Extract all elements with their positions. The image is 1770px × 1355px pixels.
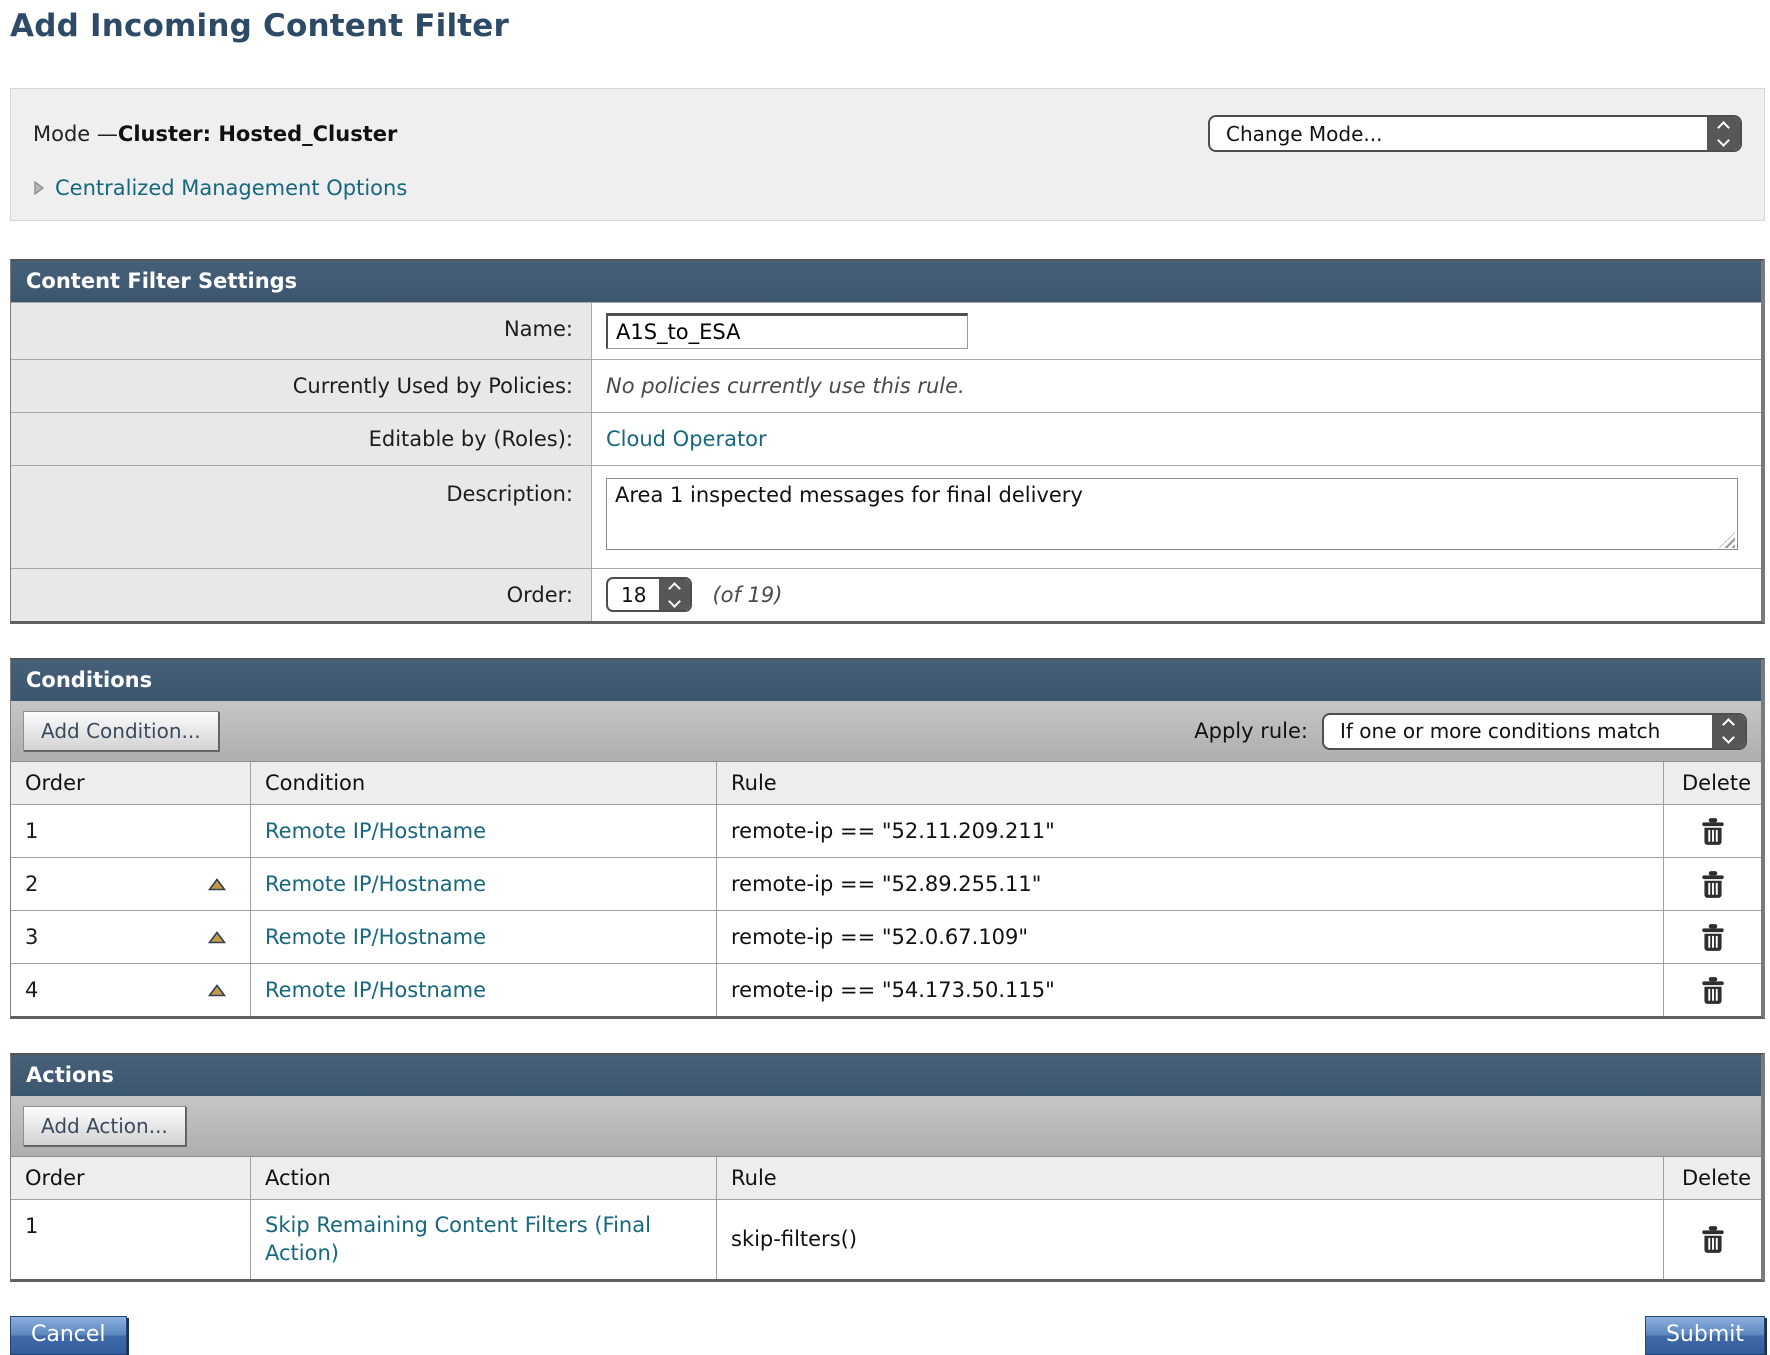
column-header-order: Order bbox=[11, 1157, 251, 1199]
delete-condition-button[interactable] bbox=[1700, 869, 1726, 899]
condition-row: 4 Remote IP/Hostname remote-ip == "54.17… bbox=[11, 963, 1761, 1016]
column-header-rule: Rule bbox=[717, 762, 1664, 804]
settings-panel-header: Content Filter Settings bbox=[11, 261, 1761, 302]
conditions-panel: Conditions Add Condition... Apply rule: … bbox=[10, 658, 1765, 1019]
column-header-order: Order bbox=[11, 762, 251, 804]
footer-actions: Cancel Submit bbox=[10, 1316, 1765, 1355]
move-up-button[interactable] bbox=[208, 878, 226, 891]
policies-label: Currently Used by Policies: bbox=[11, 360, 592, 412]
apply-rule-label: Apply rule: bbox=[1194, 719, 1308, 743]
move-up-button[interactable] bbox=[208, 931, 226, 944]
condition-row: 1 Remote IP/Hostname remote-ip == "52.11… bbox=[11, 804, 1761, 857]
cancel-button[interactable]: Cancel bbox=[10, 1316, 127, 1355]
action-rule: skip-filters() bbox=[717, 1200, 1664, 1279]
condition-row: 2 Remote IP/Hostname remote-ip == "52.89… bbox=[11, 857, 1761, 910]
content-filter-settings-panel: Content Filter Settings Name: Currently … bbox=[10, 259, 1765, 624]
add-action-button[interactable]: Add Action... bbox=[23, 1106, 186, 1146]
cloud-operator-link[interactable]: Cloud Operator bbox=[606, 427, 767, 451]
action-order: 1 bbox=[25, 1214, 38, 1238]
trash-icon bbox=[1700, 922, 1726, 952]
condition-order: 4 bbox=[25, 978, 38, 1002]
actions-panel-header: Actions bbox=[11, 1055, 1761, 1096]
trash-icon bbox=[1700, 1224, 1726, 1254]
select-stepper-icon bbox=[659, 579, 690, 610]
conditions-toolbar: Add Condition... Apply rule: If one or m… bbox=[11, 701, 1761, 762]
delete-condition-button[interactable] bbox=[1700, 922, 1726, 952]
delete-condition-button[interactable] bbox=[1700, 975, 1726, 1005]
submit-button[interactable]: Submit bbox=[1645, 1316, 1765, 1355]
mode-panel: Mode —Cluster: Hosted_Cluster Change Mod… bbox=[10, 88, 1765, 221]
select-stepper-icon bbox=[1707, 117, 1740, 150]
description-label: Description: bbox=[11, 466, 592, 568]
order-total-note: (of 19) bbox=[712, 583, 782, 607]
column-header-rule: Rule bbox=[717, 1157, 1664, 1199]
name-label: Name: bbox=[11, 303, 592, 359]
change-mode-select-value: Change Mode... bbox=[1210, 117, 1707, 150]
condition-row: 3 Remote IP/Hostname remote-ip == "52.0.… bbox=[11, 910, 1761, 963]
name-input[interactable] bbox=[606, 313, 968, 349]
column-header-action: Action bbox=[251, 1157, 717, 1199]
description-textarea[interactable]: Area 1 inspected messages for final deli… bbox=[606, 478, 1738, 550]
trash-icon bbox=[1700, 975, 1726, 1005]
trash-icon bbox=[1700, 816, 1726, 846]
select-stepper-icon bbox=[1712, 715, 1745, 748]
condition-order: 2 bbox=[25, 872, 38, 896]
condition-order: 1 bbox=[25, 819, 38, 843]
condition-rule: remote-ip == "52.0.67.109" bbox=[717, 911, 1664, 963]
conditions-panel-header: Conditions bbox=[11, 660, 1761, 701]
column-header-delete: Delete bbox=[1664, 1157, 1761, 1199]
settings-row-policies: Currently Used by Policies: No policies … bbox=[11, 359, 1761, 412]
condition-link[interactable]: Remote IP/Hostname bbox=[265, 978, 486, 1002]
settings-row-order: Order: 18 (of 19) bbox=[11, 568, 1761, 621]
column-header-condition: Condition bbox=[251, 762, 717, 804]
policies-value: No policies currently use this rule. bbox=[606, 374, 965, 398]
move-up-button[interactable] bbox=[208, 984, 226, 997]
condition-rule: remote-ip == "54.173.50.115" bbox=[717, 964, 1664, 1016]
condition-rule: remote-ip == "52.89.255.11" bbox=[717, 858, 1664, 910]
settings-row-name: Name: bbox=[11, 302, 1761, 359]
apply-rule-select-value: If one or more conditions match bbox=[1324, 715, 1712, 748]
condition-link[interactable]: Remote IP/Hostname bbox=[265, 925, 486, 949]
apply-rule-select[interactable]: If one or more conditions match bbox=[1322, 713, 1747, 750]
up-arrow-icon bbox=[208, 931, 226, 944]
mode-label: Mode — bbox=[33, 122, 118, 146]
disclosure-triangle-icon bbox=[33, 180, 45, 196]
action-link[interactable]: Skip Remaining Content Filters (Final Ac… bbox=[265, 1211, 676, 1268]
settings-row-editable: Editable by (Roles): Cloud Operator bbox=[11, 412, 1761, 465]
page-title: Add Incoming Content Filter bbox=[10, 8, 1765, 44]
delete-condition-button[interactable] bbox=[1700, 816, 1726, 846]
page: Add Incoming Content Filter Mode —Cluste… bbox=[10, 8, 1765, 1355]
up-arrow-icon bbox=[208, 984, 226, 997]
add-condition-button[interactable]: Add Condition... bbox=[23, 711, 219, 751]
mode-text: Mode —Cluster: Hosted_Cluster bbox=[33, 122, 397, 146]
order-select[interactable]: 18 bbox=[606, 577, 692, 612]
change-mode-select[interactable]: Change Mode... bbox=[1208, 115, 1742, 152]
condition-link[interactable]: Remote IP/Hostname bbox=[265, 819, 486, 843]
actions-toolbar: Add Action... bbox=[11, 1096, 1761, 1157]
condition-rule: remote-ip == "52.11.209.211" bbox=[717, 805, 1664, 857]
mode-value: Cluster: Hosted_Cluster bbox=[118, 122, 397, 146]
condition-order: 3 bbox=[25, 925, 38, 949]
actions-panel: Actions Add Action... Order Action Rule … bbox=[10, 1053, 1765, 1282]
actions-header-row: Order Action Rule Delete bbox=[11, 1157, 1761, 1199]
centralized-management-options-link[interactable]: Centralized Management Options bbox=[55, 176, 407, 200]
trash-icon bbox=[1700, 869, 1726, 899]
up-arrow-icon bbox=[208, 878, 226, 891]
order-select-value: 18 bbox=[608, 579, 659, 610]
action-row: 1 Skip Remaining Content Filters (Final … bbox=[11, 1199, 1761, 1279]
column-header-delete: Delete bbox=[1664, 762, 1761, 804]
editable-roles-label: Editable by (Roles): bbox=[11, 413, 592, 465]
delete-action-button[interactable] bbox=[1700, 1224, 1726, 1254]
conditions-header-row: Order Condition Rule Delete bbox=[11, 762, 1761, 804]
condition-link[interactable]: Remote IP/Hostname bbox=[265, 872, 486, 896]
settings-row-description: Description: Area 1 inspected messages f… bbox=[11, 465, 1761, 568]
order-label: Order: bbox=[11, 569, 592, 621]
